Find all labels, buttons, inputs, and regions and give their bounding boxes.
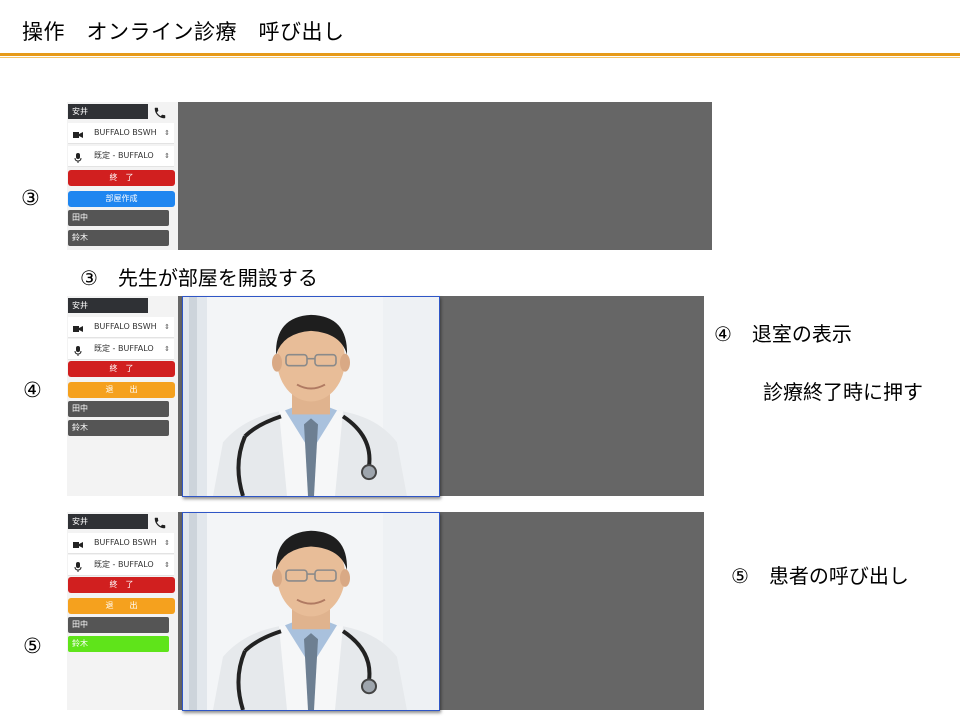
mic-select[interactable]: 既定 - BUFFALO ⇕ [68,339,174,360]
video-camera-icon [73,538,83,548]
updown-arrows-icon: ⇕ [164,152,170,160]
caption-step-3: ③ 先生が部屋を開設する [80,266,318,290]
doctor-video-tile [182,296,440,497]
create-room-button[interactable]: 部屋作成 [68,191,175,207]
video-camera-icon [73,322,83,332]
video-camera-icon [73,128,83,138]
video-call-panel-3: 安井 BUFFALO BSWH ⇕ 既定 - BUFFALO ⇕ 終 了 部屋作… [67,102,712,250]
leave-room-button[interactable]: 退 出 [68,382,175,398]
end-call-button[interactable]: 終 了 [68,361,175,377]
mic-select[interactable]: 既定 - BUFFALO ⇕ [68,146,174,167]
caption-step-4-title: ④ 退室の表示 [714,322,852,346]
step-marker-3: ③ [21,186,40,210]
doctor-video-tile [182,512,440,711]
current-user-name: 安井 [68,514,148,529]
video-call-panel-4: 安井 BUFFALO BSWH ⇕ 既定 - BUFFALO ⇕ 終 了 退 出… [67,296,704,497]
phone-icon[interactable] [153,515,169,529]
user-list-item[interactable]: 田中 [68,617,169,633]
user-list-item[interactable]: 鈴木 [68,420,169,436]
call-sidebar: 安井 BUFFALO BSWH ⇕ 既定 - BUFFALO ⇕ 終 了 退 出… [67,512,179,710]
mic-device-label: 既定 - BUFFALO [94,344,154,353]
mic-device-label: 既定 - BUFFALO [94,151,154,160]
video-area [178,102,712,250]
camera-select[interactable]: BUFFALO BSWH ⇕ [68,533,174,554]
microphone-icon [73,151,83,163]
caption-step-5: ⑤ 患者の呼び出し [731,564,909,588]
mic-device-label: 既定 - BUFFALO [94,560,154,569]
phone-icon[interactable] [153,105,169,119]
camera-device-label: BUFFALO BSWH [94,538,157,547]
updown-arrows-icon: ⇕ [164,129,170,137]
call-sidebar: 安井 BUFFALO BSWH ⇕ 既定 - BUFFALO ⇕ 終 了 部屋作… [67,102,179,250]
microphone-icon [73,344,83,356]
updown-arrows-icon: ⇕ [164,539,170,547]
microphone-icon [73,560,83,572]
caption-step-4-note: 診療終了時に押す [763,380,923,404]
camera-device-label: BUFFALO BSWH [94,322,157,331]
end-call-button[interactable]: 終 了 [68,577,175,593]
doctor-photo [183,513,439,710]
mic-select[interactable]: 既定 - BUFFALO ⇕ [68,555,174,576]
user-list-item[interactable]: 田中 [68,401,169,417]
user-list-item[interactable]: 田中 [68,210,169,226]
title-rule [0,53,960,56]
updown-arrows-icon: ⇕ [164,345,170,353]
slide-title: 操作 オンライン診療 呼び出し [22,20,345,44]
user-list-item[interactable]: 鈴木 [68,230,169,246]
updown-arrows-icon: ⇕ [164,561,170,569]
video-call-panel-5: 安井 BUFFALO BSWH ⇕ 既定 - BUFFALO ⇕ 終 了 退 出… [67,512,704,711]
updown-arrows-icon: ⇕ [164,323,170,331]
step-marker-4: ④ [23,378,42,402]
camera-select[interactable]: BUFFALO BSWH ⇕ [68,317,174,338]
title-rule-shadow [0,57,960,58]
doctor-photo [183,297,439,496]
camera-select[interactable]: BUFFALO BSWH ⇕ [68,123,174,144]
step-marker-5: ⑤ [23,634,42,658]
camera-device-label: BUFFALO BSWH [94,128,157,137]
call-sidebar: 安井 BUFFALO BSWH ⇕ 既定 - BUFFALO ⇕ 終 了 退 出… [67,296,179,496]
user-list-item-calling[interactable]: 鈴木 [68,636,169,652]
current-user-name: 安井 [68,298,148,313]
current-user-name: 安井 [68,104,148,119]
end-call-button[interactable]: 終 了 [68,170,175,186]
leave-room-button[interactable]: 退 出 [68,598,175,614]
